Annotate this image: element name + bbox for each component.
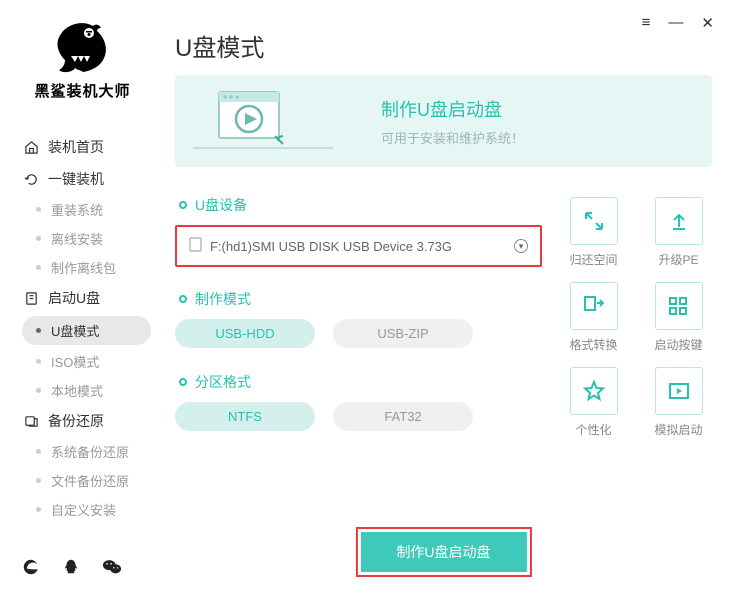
nav-oneclick-label: 一键装机 (48, 169, 104, 189)
shark-logo-icon (53, 20, 113, 78)
section-device: U盘设备 (175, 195, 542, 215)
banner-title: 制作U盘启动盘 (381, 96, 524, 122)
tile-customize[interactable]: 个性化 (560, 367, 627, 438)
nav-sub-custom[interactable]: 自定义安装 (0, 495, 165, 524)
mode-usb-hdd[interactable]: USB-HDD (175, 319, 315, 348)
nav-sub-umode[interactable]: U盘模式 (22, 316, 151, 345)
device-value: F:(hd1)SMI USB DISK USB Device 3.73G (210, 239, 452, 254)
dropdown-icon: ▾ (514, 239, 528, 253)
nav-sub-iso[interactable]: ISO模式 (0, 347, 165, 376)
nav-home[interactable]: 装机首页 (0, 131, 165, 163)
page-title: U盘模式 (175, 28, 712, 63)
partition-fat32[interactable]: FAT32 (333, 402, 473, 431)
tile-upgrade-pe[interactable]: 升级PE (645, 197, 712, 268)
usb-icon (22, 291, 40, 306)
nav-sub-filebackup[interactable]: 文件备份还原 (0, 466, 165, 495)
section-partition: 分区格式 (175, 372, 542, 392)
wechat-icon[interactable] (102, 558, 122, 581)
upgrade-icon (655, 197, 703, 245)
banner-illustration (193, 86, 333, 156)
keyboard-icon (655, 282, 703, 330)
play-icon (655, 367, 703, 415)
nav-sub-offline[interactable]: 离线安装 (0, 224, 165, 253)
nav-sub-reinstall[interactable]: 重装系统 (0, 195, 165, 224)
nav-oneclick[interactable]: 一键装机 (0, 163, 165, 195)
convert-icon (570, 282, 618, 330)
banner-subtitle: 可用于安装和维护系统！ (381, 128, 524, 147)
tile-format-convert[interactable]: 格式转换 (560, 282, 627, 353)
create-usb-button[interactable]: 制作U盘启动盘 (360, 532, 526, 572)
drive-icon (189, 237, 202, 255)
home-icon (22, 140, 40, 155)
logo: 黑鲨装机大师 (0, 12, 165, 115)
tile-restore-space[interactable]: 归还空间 (560, 197, 627, 268)
tile-simulate-boot[interactable]: 模拟启动 (645, 367, 712, 438)
ie-icon[interactable] (22, 558, 40, 581)
nav-sub-makepkg[interactable]: 制作离线包 (0, 253, 165, 282)
nav-bootu[interactable]: 启动U盘 (0, 282, 165, 314)
nav-home-label: 装机首页 (48, 137, 104, 157)
section-mode: 制作模式 (175, 289, 542, 309)
mode-usb-zip[interactable]: USB-ZIP (333, 319, 473, 348)
partition-ntfs[interactable]: NTFS (175, 402, 315, 431)
refresh-icon (22, 172, 40, 187)
backup-icon (22, 414, 40, 429)
qq-icon[interactable] (62, 558, 80, 581)
nav-backup[interactable]: 备份还原 (0, 405, 165, 437)
nav-backup-label: 备份还原 (48, 411, 104, 431)
tile-boot-key[interactable]: 启动按键 (645, 282, 712, 353)
star-icon (570, 367, 618, 415)
restore-space-icon (570, 197, 618, 245)
nav-bootu-label: 启动U盘 (48, 288, 100, 308)
create-usb-button-highlight: 制作U盘启动盘 (355, 527, 531, 577)
nav-sub-sysbackup[interactable]: 系统备份还原 (0, 437, 165, 466)
nav-sub-local[interactable]: 本地模式 (0, 376, 165, 405)
logo-text: 黑鲨装机大师 (0, 80, 165, 101)
device-select[interactable]: F:(hd1)SMI USB DISK USB Device 3.73G ▾ (175, 225, 542, 267)
banner: 制作U盘启动盘 可用于安装和维护系统！ (175, 75, 712, 167)
